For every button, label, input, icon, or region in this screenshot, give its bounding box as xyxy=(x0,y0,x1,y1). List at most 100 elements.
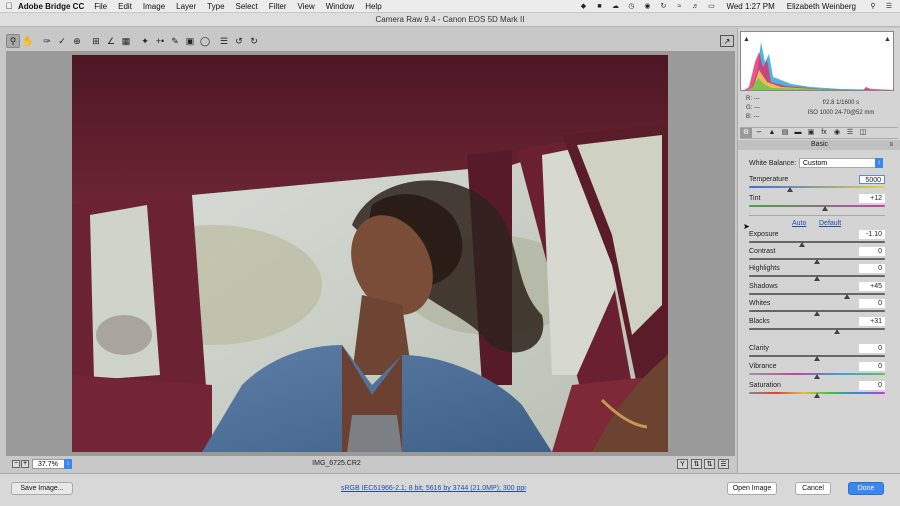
rotate-right-icon[interactable]: ↻ xyxy=(247,34,261,48)
blacks-value-field[interactable]: +31 xyxy=(859,317,885,326)
tab-basic-icon[interactable]: ⚙ xyxy=(740,128,752,138)
workflow-options-link[interactable]: sRGB IEC61966-2.1; 8 bit; 5616 by 3744 (… xyxy=(341,485,526,492)
menu-layer[interactable]: Layer xyxy=(176,2,196,11)
shadow-clipping-icon[interactable]: ▲ xyxy=(743,36,750,43)
clarity-slider-handle[interactable] xyxy=(814,356,820,361)
before-after-icon[interactable]: Y xyxy=(677,459,688,469)
temperature-slider-track[interactable] xyxy=(749,186,885,188)
contrast-value-field[interactable]: 0 xyxy=(859,247,885,256)
auto-link[interactable]: Auto xyxy=(792,220,806,227)
rgb-readout: R: --- G: --- B: --- f/2.8 1/1600 s ISO … xyxy=(746,96,896,126)
temperature-value-field[interactable]: 5000 xyxy=(859,175,885,184)
radial-filter-icon[interactable]: ◯ xyxy=(198,34,212,48)
dropbox-icon[interactable]: ◆ xyxy=(578,2,588,10)
default-link[interactable]: Default xyxy=(819,220,841,227)
menu-filter[interactable]: Filter xyxy=(269,2,287,11)
user-name[interactable]: Elizabeth Weinberg xyxy=(787,2,856,11)
window-title: Camera Raw 9.4 - Canon EOS 5D Mark II xyxy=(0,13,900,27)
contrast-slider-handle[interactable] xyxy=(814,259,820,264)
tint-value-field[interactable]: +12 xyxy=(859,194,885,203)
exposure-slider-track[interactable] xyxy=(749,241,885,243)
temperature-slider-handle[interactable] xyxy=(786,187,793,192)
white-balance-select[interactable]: Custom ↕ xyxy=(799,158,883,168)
tint-slider-handle[interactable] xyxy=(822,206,829,211)
menu-view[interactable]: View xyxy=(298,2,315,11)
menu-file[interactable]: File xyxy=(94,2,107,11)
blacks-slider-handle[interactable] xyxy=(834,329,841,334)
tab-hsl-icon[interactable]: ▤ xyxy=(779,128,791,138)
transform-tool-icon[interactable]: ▦ xyxy=(119,34,133,48)
tint-slider-track[interactable] xyxy=(749,205,885,207)
exposure-value-field[interactable]: -1.10 xyxy=(859,230,885,239)
tab-presets-icon[interactable]: ☰ xyxy=(844,128,856,138)
record-icon[interactable]: ◉ xyxy=(642,2,652,10)
red-eye-icon[interactable]: +• xyxy=(153,34,167,48)
shadows-slider-track[interactable] xyxy=(749,293,885,295)
menu-window[interactable]: Window xyxy=(326,2,354,11)
app-menu[interactable]: Adobe Bridge CC xyxy=(18,2,84,11)
tab-split-toning-icon[interactable]: ▬ xyxy=(792,128,804,138)
open-image-button[interactable]: Open Image xyxy=(727,482,777,495)
color-sampler-icon[interactable]: ✓ xyxy=(55,34,69,48)
highlight-clipping-icon[interactable]: ▲ xyxy=(884,36,891,43)
tab-snapshots-icon[interactable]: ◫ xyxy=(857,128,869,138)
copy-settings-icon[interactable]: ⇅ xyxy=(704,459,715,469)
fullscreen-icon[interactable]: ↗ xyxy=(720,35,734,47)
adjustment-brush-icon[interactable]: ✎ xyxy=(168,34,182,48)
straighten-tool-icon[interactable]: ∠ xyxy=(104,34,118,48)
tab-camera-calibration-icon[interactable]: ◉ xyxy=(831,128,843,138)
saturation-value-field[interactable]: 0 xyxy=(859,381,885,390)
highlights-value-field[interactable]: 0 xyxy=(859,264,885,273)
zoom-tool-icon[interactable]: ⚲ xyxy=(6,34,20,48)
tab-tone-curve-icon[interactable]: ∽ xyxy=(753,128,765,138)
evernote-icon[interactable]: ■ xyxy=(594,2,604,10)
photo-preview[interactable] xyxy=(72,55,668,452)
histogram: ▲ ▲ xyxy=(740,31,894,91)
volume-icon[interactable]: ♬ xyxy=(690,2,700,10)
done-button[interactable]: Done xyxy=(848,482,884,495)
save-image-button[interactable]: Save Image... xyxy=(11,482,73,495)
shadows-slider-handle[interactable] xyxy=(843,294,850,299)
vibrance-value-field[interactable]: 0 xyxy=(859,362,885,371)
menu-image[interactable]: Image xyxy=(143,2,165,11)
highlights-slider-handle[interactable] xyxy=(814,276,820,281)
menu-help[interactable]: Help xyxy=(365,2,381,11)
exposure-slider-handle[interactable] xyxy=(799,242,806,247)
swap-settings-icon[interactable]: ⇅ xyxy=(691,459,702,469)
timemachine-icon[interactable]: ◷ xyxy=(626,2,636,10)
white-balance-tool-icon[interactable]: ✑ xyxy=(40,34,54,48)
clarity-value-field[interactable]: 0 xyxy=(859,344,885,353)
spot-removal-icon[interactable]: ✦ xyxy=(138,34,152,48)
sync-icon[interactable]: ↻ xyxy=(658,2,668,10)
vibrance-slider-handle[interactable] xyxy=(814,374,820,379)
whites-slider-handle[interactable] xyxy=(814,311,820,316)
panel-tabs: ⚙ ∽ ▲ ▤ ▬ ▣ fx ◉ ☰ ◫ xyxy=(740,127,898,139)
rotate-left-icon[interactable]: ↺ xyxy=(232,34,246,48)
panel-menu-icon[interactable]: ≡ xyxy=(889,140,893,150)
white-balance-value: Custom xyxy=(803,160,828,167)
hand-tool-icon[interactable]: ✋ xyxy=(21,34,35,48)
tab-lens-icon[interactable]: ▣ xyxy=(805,128,817,138)
menu-type[interactable]: Type xyxy=(207,2,224,11)
wifi-icon[interactable]: ≈ xyxy=(674,2,684,10)
clock[interactable]: Wed 1:27 PM xyxy=(726,2,774,11)
shadows-value-field[interactable]: +45 xyxy=(859,282,885,291)
menu-select[interactable]: Select xyxy=(236,2,258,11)
cloud-icon[interactable]: ☁ xyxy=(610,2,620,10)
tab-effects-icon[interactable]: fx xyxy=(818,128,830,138)
cancel-button[interactable]: Cancel xyxy=(795,482,831,495)
saturation-slider-handle[interactable] xyxy=(814,393,820,398)
apple-menu-icon[interactable]:  xyxy=(0,1,18,11)
menu-edit[interactable]: Edit xyxy=(118,2,132,11)
blacks-slider-track[interactable] xyxy=(749,328,885,330)
spotlight-icon[interactable]: ⚲ xyxy=(868,2,878,10)
targeted-adjustment-icon[interactable]: ⊕ xyxy=(70,34,84,48)
preferences-icon[interactable]: ☰ xyxy=(217,34,231,48)
whites-value-field[interactable]: 0 xyxy=(859,299,885,308)
tab-detail-icon[interactable]: ▲ xyxy=(766,128,778,138)
toggle-view-icon[interactable]: ☰ xyxy=(718,459,729,469)
battery-icon[interactable]: ▭ xyxy=(706,2,716,10)
notification-icon[interactable]: ☰ xyxy=(884,2,894,10)
graduated-filter-icon[interactable]: ▣ xyxy=(183,34,197,48)
crop-tool-icon[interactable]: ⊞ xyxy=(89,34,103,48)
